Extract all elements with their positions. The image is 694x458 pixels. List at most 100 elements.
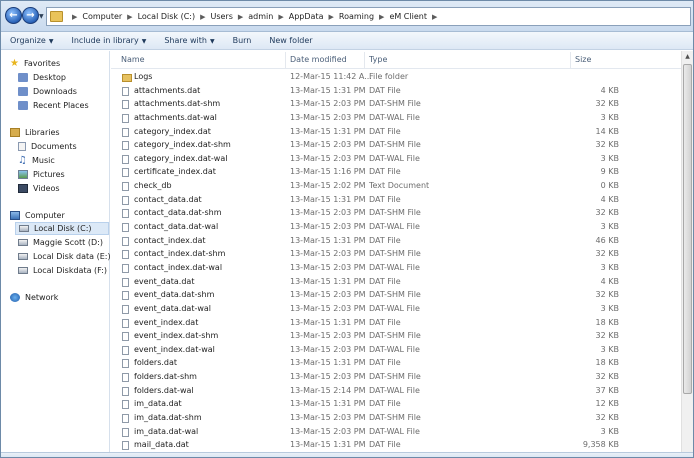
chevron-right-icon[interactable]: ▶ (72, 13, 77, 21)
nav-network[interactable]: Network (10, 291, 118, 304)
table-row[interactable]: mail_data.dat 13-Mar-15 1:31 PM DAT File 9,… (111, 439, 681, 453)
table-row[interactable]: category_index.dat-wal 13-Mar-15 2:03 PM D… (111, 153, 681, 167)
file-list: Name Date modified Type Size Logs 12-Mar-… (111, 51, 681, 457)
chevron-right-icon[interactable]: ▶ (328, 13, 333, 21)
table-row[interactable]: check_db 13-Mar-15 2:02 PM Text Document 0 … (111, 180, 681, 194)
table-row[interactable]: event_data.dat 13-Mar-15 1:31 PM DAT File 4… (111, 276, 681, 290)
chevron-right-icon[interactable]: ▶ (200, 13, 205, 21)
table-row[interactable]: event_index.dat-shm 13-Mar-15 2:03 PM DAT-… (111, 330, 681, 344)
chevron-right-icon[interactable]: ▶ (127, 13, 132, 21)
table-row[interactable]: contact_data.dat 13-Mar-15 1:31 PM DAT Fil… (111, 194, 681, 208)
table-row[interactable]: contact_index.dat 13-Mar-15 1:31 PM DAT Fi… (111, 235, 681, 249)
scroll-thumb[interactable] (683, 64, 692, 394)
column-name[interactable]: Name (121, 55, 145, 64)
breadcrumb-em-client[interactable]: eM Client (389, 12, 427, 21)
file-icon (122, 373, 129, 383)
table-row[interactable]: contact_index.dat-wal 13-Mar-15 2:03 PM DA… (111, 262, 681, 276)
file-type: File folder (369, 72, 409, 81)
file-name: event_data.dat-shm (134, 290, 215, 300)
file-size: 3 KB (600, 222, 619, 232)
file-size: 32 KB (595, 99, 619, 109)
table-row[interactable]: contact_index.dat-shm 13-Mar-15 2:03 PM DA… (111, 248, 681, 262)
nav-recent-places[interactable]: Recent Places (18, 99, 108, 112)
table-row[interactable]: attachments.dat-wal 13-Mar-15 2:03 PM DAT-… (111, 112, 681, 126)
table-row[interactable]: attachments.dat-shm 13-Mar-15 2:03 PM DAT-… (111, 98, 681, 112)
table-row[interactable]: event_data.dat-shm 13-Mar-15 2:03 PM DAT-S… (111, 289, 681, 303)
table-row[interactable]: folders.dat 13-Mar-15 1:31 PM DAT File 18 K… (111, 357, 681, 371)
nav-documents[interactable]: Documents (18, 140, 108, 153)
chevron-right-icon[interactable]: ▶ (278, 13, 283, 21)
breadcrumb-admin[interactable]: admin (248, 12, 273, 21)
breadcrumb[interactable]: ▶ Computer ▶ Local Disk (C:) ▶ Users ▶ a… (46, 7, 691, 26)
nav-music[interactable]: ♫ Music (18, 154, 108, 167)
nav-local-disk-c[interactable]: Local Disk (C:) (15, 222, 109, 235)
vertical-scrollbar[interactable]: ▲ (681, 51, 693, 457)
nav-local-diskdata-f[interactable]: Local Diskdata (F:) (18, 264, 108, 277)
column-size[interactable]: Size (575, 55, 591, 64)
file-type: DAT File (369, 85, 401, 95)
table-row[interactable]: folders.dat-wal 13-Mar-15 2:14 PM DAT-WAL … (111, 385, 681, 399)
file-name: event_index.dat-wal (134, 344, 215, 354)
burn-button[interactable]: Burn (224, 36, 261, 45)
breadcrumb-roaming[interactable]: Roaming (339, 12, 374, 21)
table-row[interactable]: attachments.dat 13-Mar-15 1:31 PM DAT File… (111, 85, 681, 99)
column-type[interactable]: Type (369, 55, 387, 64)
file-size: 18 KB (595, 358, 619, 368)
chevron-right-icon[interactable]: ▶ (238, 13, 243, 21)
back-button[interactable]: ← (5, 7, 22, 24)
table-row[interactable]: event_index.dat 13-Mar-15 1:31 PM DAT File… (111, 317, 681, 331)
nav-desktop[interactable]: Desktop (18, 71, 108, 84)
table-row[interactable]: contact_data.dat-wal 13-Mar-15 2:03 PM DAT… (111, 221, 681, 235)
organize-button[interactable]: Organize ▼ (1, 36, 62, 45)
chevron-right-icon[interactable]: ▶ (432, 13, 437, 21)
breadcrumb-users[interactable]: Users (210, 12, 232, 21)
table-row[interactable]: contact_data.dat-shm 13-Mar-15 2:03 PM DAT… (111, 207, 681, 221)
chevron-right-icon[interactable]: ▶ (379, 13, 384, 21)
forward-button[interactable]: → (22, 7, 39, 24)
table-row[interactable]: folders.dat-shm 13-Mar-15 2:03 PM DAT-SHM … (111, 371, 681, 385)
column-divider[interactable] (364, 52, 365, 68)
table-row[interactable]: event_data.dat-wal 13-Mar-15 2:03 PM DAT-W… (111, 303, 681, 317)
nav-computer-label: Computer (25, 211, 65, 220)
table-row[interactable]: Logs 12-Mar-15 11:42 A... File folder (111, 71, 681, 85)
table-row[interactable]: category_index.dat-shm 13-Mar-15 2:03 PM D… (111, 139, 681, 153)
column-divider[interactable] (285, 52, 286, 68)
table-row[interactable]: im_data.dat-shm 13-Mar-15 2:03 PM DAT-SHM … (111, 412, 681, 426)
share-with-button[interactable]: Share with ▼ (155, 36, 223, 45)
nav-local-disk-data-e-label: Local Disk data (E:) (33, 252, 111, 261)
nav-downloads[interactable]: Downloads (18, 85, 108, 98)
file-date-modified: 13-Mar-15 2:03 PM (290, 208, 366, 218)
share-with-label: Share with (164, 36, 207, 45)
file-date-modified: 13-Mar-15 1:31 PM (290, 317, 366, 327)
table-row[interactable]: im_data.dat-wal 13-Mar-15 2:03 PM DAT-WAL … (111, 426, 681, 440)
nav-videos[interactable]: Videos (18, 182, 108, 195)
file-icon (122, 127, 129, 137)
breadcrumb-local-disk-c[interactable]: Local Disk (C:) (138, 12, 196, 21)
scroll-up-icon[interactable]: ▲ (682, 51, 693, 63)
table-row[interactable]: category_index.dat 13-Mar-15 1:31 PM DAT F… (111, 126, 681, 140)
table-row[interactable]: event_index.dat-wal 13-Mar-15 2:03 PM DAT-… (111, 344, 681, 358)
nav-maggie-scott-d[interactable]: Maggie Scott (D:) (18, 236, 108, 249)
nav-favorites[interactable]: ★ Favorites (10, 57, 118, 70)
column-divider[interactable] (570, 52, 571, 68)
file-type: DAT File (369, 440, 401, 450)
hard-drive-icon (19, 225, 29, 232)
breadcrumb-items: ▶ Computer ▶ Local Disk (C:) ▶ Users ▶ a… (67, 8, 442, 25)
new-folder-button[interactable]: New folder (260, 36, 321, 45)
file-date-modified: 13-Mar-15 1:31 PM (290, 126, 366, 136)
table-row[interactable]: im_data.dat 13-Mar-15 1:31 PM DAT File 12 K… (111, 398, 681, 412)
table-row[interactable]: certificate_index.dat 13-Mar-15 1:16 PM DA… (111, 166, 681, 180)
breadcrumb-computer[interactable]: Computer (82, 12, 122, 21)
breadcrumb-appdata[interactable]: AppData (289, 12, 324, 21)
nav-pictures[interactable]: Pictures (18, 168, 108, 181)
nav-local-disk-data-e[interactable]: Local Disk data (E:) (18, 250, 111, 263)
recent-pages-dropdown-icon[interactable]: ▼ (39, 13, 44, 20)
file-name: attachments.dat (134, 85, 201, 95)
file-name: folders.dat (134, 358, 178, 368)
nav-computer[interactable]: Computer (10, 209, 118, 222)
file-name: contact_index.dat-wal (134, 262, 223, 272)
column-date-modified[interactable]: Date modified (290, 55, 347, 64)
file-size: 32 KB (595, 208, 619, 218)
include-in-library-button[interactable]: Include in library ▼ (62, 36, 155, 45)
nav-libraries[interactable]: Libraries (10, 126, 118, 139)
